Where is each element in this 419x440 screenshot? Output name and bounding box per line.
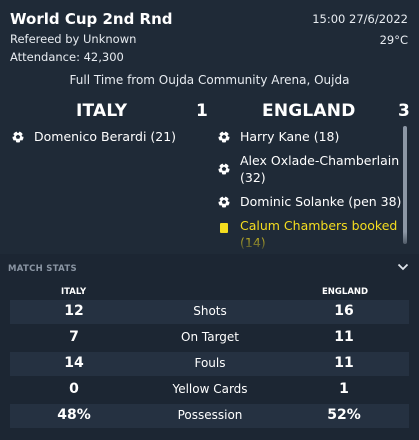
event-text: Harry Kane (18): [240, 129, 340, 144]
stat-away-value: 52%: [327, 407, 361, 423]
match-report-panel: World Cup 2nd Rnd Refereed by Unknown At…: [0, 0, 419, 440]
match-stats-label: MATCH STATS: [8, 264, 77, 274]
stat-name: Fouls: [194, 356, 226, 370]
match-datetime: 15:00 27/6/2022: [312, 12, 408, 26]
chevron-down-icon[interactable]: [397, 262, 409, 272]
stat-away-value: 11: [334, 329, 354, 345]
competition-title: World Cup 2nd Rnd: [10, 10, 173, 28]
stat-row-on-target: 7 On Target 11: [10, 326, 409, 350]
stat-name: Shots: [193, 304, 227, 318]
away-score: 3: [398, 101, 411, 121]
attendance-text: Attendance: 42,300: [10, 50, 124, 64]
football-icon: [218, 163, 230, 175]
stat-row-fouls: 14 Fouls 11: [10, 352, 409, 376]
events-scrollbar[interactable]: [403, 126, 407, 244]
football-icon: [218, 131, 230, 143]
stat-row-shots: 12 Shots 16: [10, 300, 409, 324]
away-team-name[interactable]: ENGLAND: [262, 101, 356, 121]
venue-text: Full Time from Oujda Community Arena, Ou…: [69, 73, 350, 87]
home-team-name[interactable]: ITALY: [76, 101, 127, 121]
stat-away-value: 11: [334, 355, 354, 371]
stat-home-value: 14: [64, 355, 84, 371]
stat-away-value: 1: [339, 381, 349, 397]
goal-event[interactable]: Domenico Berardi (21): [12, 128, 208, 145]
stats-away-label: ENGLAND: [322, 287, 369, 297]
home-score: 1: [196, 101, 209, 121]
referee-text: Refereed by Unknown: [10, 32, 137, 46]
temperature-text: 29°C: [379, 33, 408, 47]
goal-event[interactable]: Harry Kane (18): [218, 128, 404, 145]
football-icon: [218, 196, 230, 208]
events-fade: [0, 232, 419, 254]
stat-row-possession: 48% Possession 52%: [10, 404, 409, 428]
goal-event[interactable]: Alex Oxlade-Chamberlain (32): [218, 152, 404, 186]
event-text: Dominic Solanke (pen 38): [240, 194, 402, 209]
stat-home-value: 12: [64, 303, 84, 319]
stat-row-yellow-cards: 0 Yellow Cards 1: [10, 378, 409, 402]
stat-away-value: 16: [334, 303, 354, 319]
stat-name: Yellow Cards: [172, 382, 248, 396]
stat-home-value: 0: [69, 381, 79, 397]
stat-name: On Target: [181, 330, 239, 344]
stat-home-value: 7: [69, 329, 79, 345]
stat-home-value: 48%: [57, 407, 91, 423]
goal-event[interactable]: Dominic Solanke (pen 38): [218, 193, 404, 210]
stat-name: Possession: [177, 408, 243, 422]
football-icon: [12, 131, 24, 143]
stats-home-label: ITALY: [61, 287, 87, 297]
match-stats-section: MATCH STATS ITALY ENGLAND 12 Shots 16 7 …: [0, 254, 419, 440]
event-text: Domenico Berardi (21): [34, 129, 177, 144]
event-text: Alex Oxlade-Chamberlain (32): [240, 153, 400, 185]
